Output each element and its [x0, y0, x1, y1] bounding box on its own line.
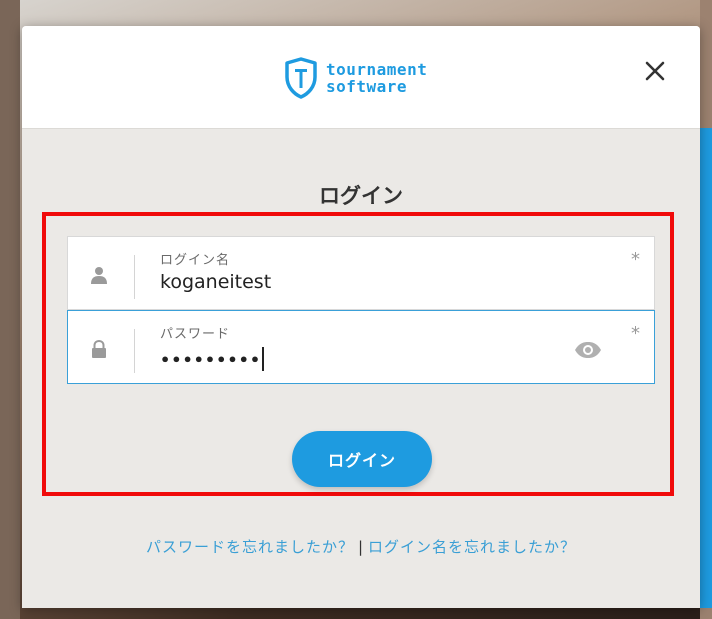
- field-divider: [134, 255, 135, 299]
- username-field[interactable]: ログイン名 *: [67, 236, 655, 310]
- background-blue-edge: [700, 128, 712, 608]
- password-field[interactable]: パスワード ••••••••• *: [67, 310, 655, 384]
- password-label: パスワード: [160, 327, 231, 342]
- help-links: パスワードを忘れましたか？ | ログイン名を忘れましたか？: [22, 536, 700, 557]
- background-left-strip: [0, 0, 20, 619]
- lock-icon: [90, 339, 108, 358]
- text-caret: [262, 347, 265, 371]
- close-button[interactable]: [644, 60, 666, 82]
- dialog-header: tournament software: [22, 26, 700, 129]
- field-divider: [134, 329, 135, 373]
- forgot-username-link[interactable]: ログイン名を忘れましたか？: [368, 538, 576, 556]
- password-masked-value: •••••••••: [160, 350, 262, 370]
- forgot-password-link[interactable]: パスワードを忘れましたか？: [146, 538, 354, 556]
- brand-wordmark: tournament software: [326, 61, 427, 95]
- close-icon: [645, 61, 665, 81]
- shield-logo-icon: [285, 57, 317, 99]
- user-icon: [90, 266, 108, 284]
- login-dialog: tournament software ログイン ログイン名 *: [22, 26, 700, 608]
- required-indicator: *: [631, 323, 640, 344]
- password-input[interactable]: •••••••••: [160, 347, 560, 373]
- dialog-title: ログイン: [319, 184, 403, 208]
- login-button[interactable]: ログイン: [292, 431, 432, 487]
- eye-icon[interactable]: [574, 341, 602, 359]
- username-label: ログイン名: [160, 253, 231, 268]
- link-separator: |: [357, 538, 365, 556]
- required-indicator: *: [631, 249, 640, 270]
- brand-line-2: software: [326, 77, 408, 96]
- brand-logo: tournament software: [284, 56, 464, 100]
- brand-line-1: tournament: [326, 60, 428, 79]
- username-input[interactable]: [160, 271, 560, 293]
